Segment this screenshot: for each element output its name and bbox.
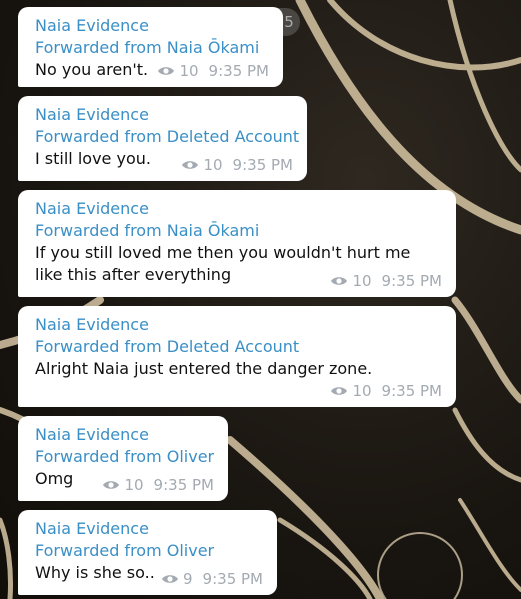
view-count: 10 (352, 272, 372, 290)
forwarded-from[interactable]: Forwarded from Deleted Account (35, 126, 299, 148)
eye-icon (182, 161, 199, 169)
forwarded-from[interactable]: Forwarded from Deleted Account (35, 336, 442, 358)
timestamp: 9:35 PM (381, 382, 442, 400)
message-meta: 10 9:35 PM (330, 271, 442, 291)
sender-name[interactable]: Naia Evidence (35, 518, 263, 540)
view-count: 9 (183, 570, 193, 588)
eye-icon (158, 67, 175, 75)
message-bubble[interactable]: Naia Evidence Forwarded from Oliver Omg … (18, 416, 228, 501)
view-count: 10 (203, 156, 223, 174)
sender-name[interactable]: Naia Evidence (35, 104, 293, 126)
message-meta: 9 9:35 PM (161, 569, 263, 589)
timestamp: 9:35 PM (232, 156, 293, 174)
sender-name[interactable]: Naia Evidence (35, 424, 214, 446)
view-count: 10 (352, 382, 372, 400)
view-count: 10 (124, 476, 144, 494)
timestamp: 9:35 PM (153, 476, 214, 494)
sender-name[interactable]: Naia Evidence (35, 314, 442, 336)
forwarded-from[interactable]: Forwarded from Oliver (35, 540, 263, 562)
message-meta: 10 9:35 PM (330, 381, 442, 401)
timestamp: 9:35 PM (381, 272, 442, 290)
view-count: 10 (179, 62, 199, 80)
message-meta: 10 9:35 PM (102, 475, 214, 495)
message-text: Alright Naia just entered the danger zon… (35, 359, 373, 378)
forwarded-from[interactable]: Forwarded from Naia Ōkami (35, 220, 442, 242)
message-meta: 10 9:35 PM (181, 155, 293, 175)
eye-icon (103, 481, 120, 489)
message-bubble[interactable]: Naia Evidence Forwarded from Deleted Acc… (18, 306, 456, 407)
sender-name[interactable]: Naia Evidence (35, 15, 269, 37)
eye-icon (162, 575, 178, 583)
message-bubble[interactable]: Naia Evidence Forwarded from Naia Ōkami … (18, 7, 283, 87)
eye-icon (331, 277, 348, 285)
message-bubble[interactable]: Naia Evidence Forwarded from Oliver Why … (18, 510, 277, 595)
sender-name[interactable]: Naia Evidence (35, 198, 442, 220)
timestamp: 9:35 PM (202, 570, 263, 588)
message-bubble[interactable]: Naia Evidence Forwarded from Naia Ōkami … (18, 190, 456, 297)
message-meta: 10 9:35 PM (157, 61, 269, 81)
message-bubble[interactable]: Naia Evidence Forwarded from Deleted Acc… (18, 96, 307, 181)
timestamp: 9:35 PM (208, 62, 269, 80)
forwarded-from[interactable]: Forwarded from Oliver (35, 446, 214, 468)
eye-icon (331, 387, 348, 395)
forwarded-from[interactable]: Forwarded from Naia Ōkami (35, 37, 269, 59)
